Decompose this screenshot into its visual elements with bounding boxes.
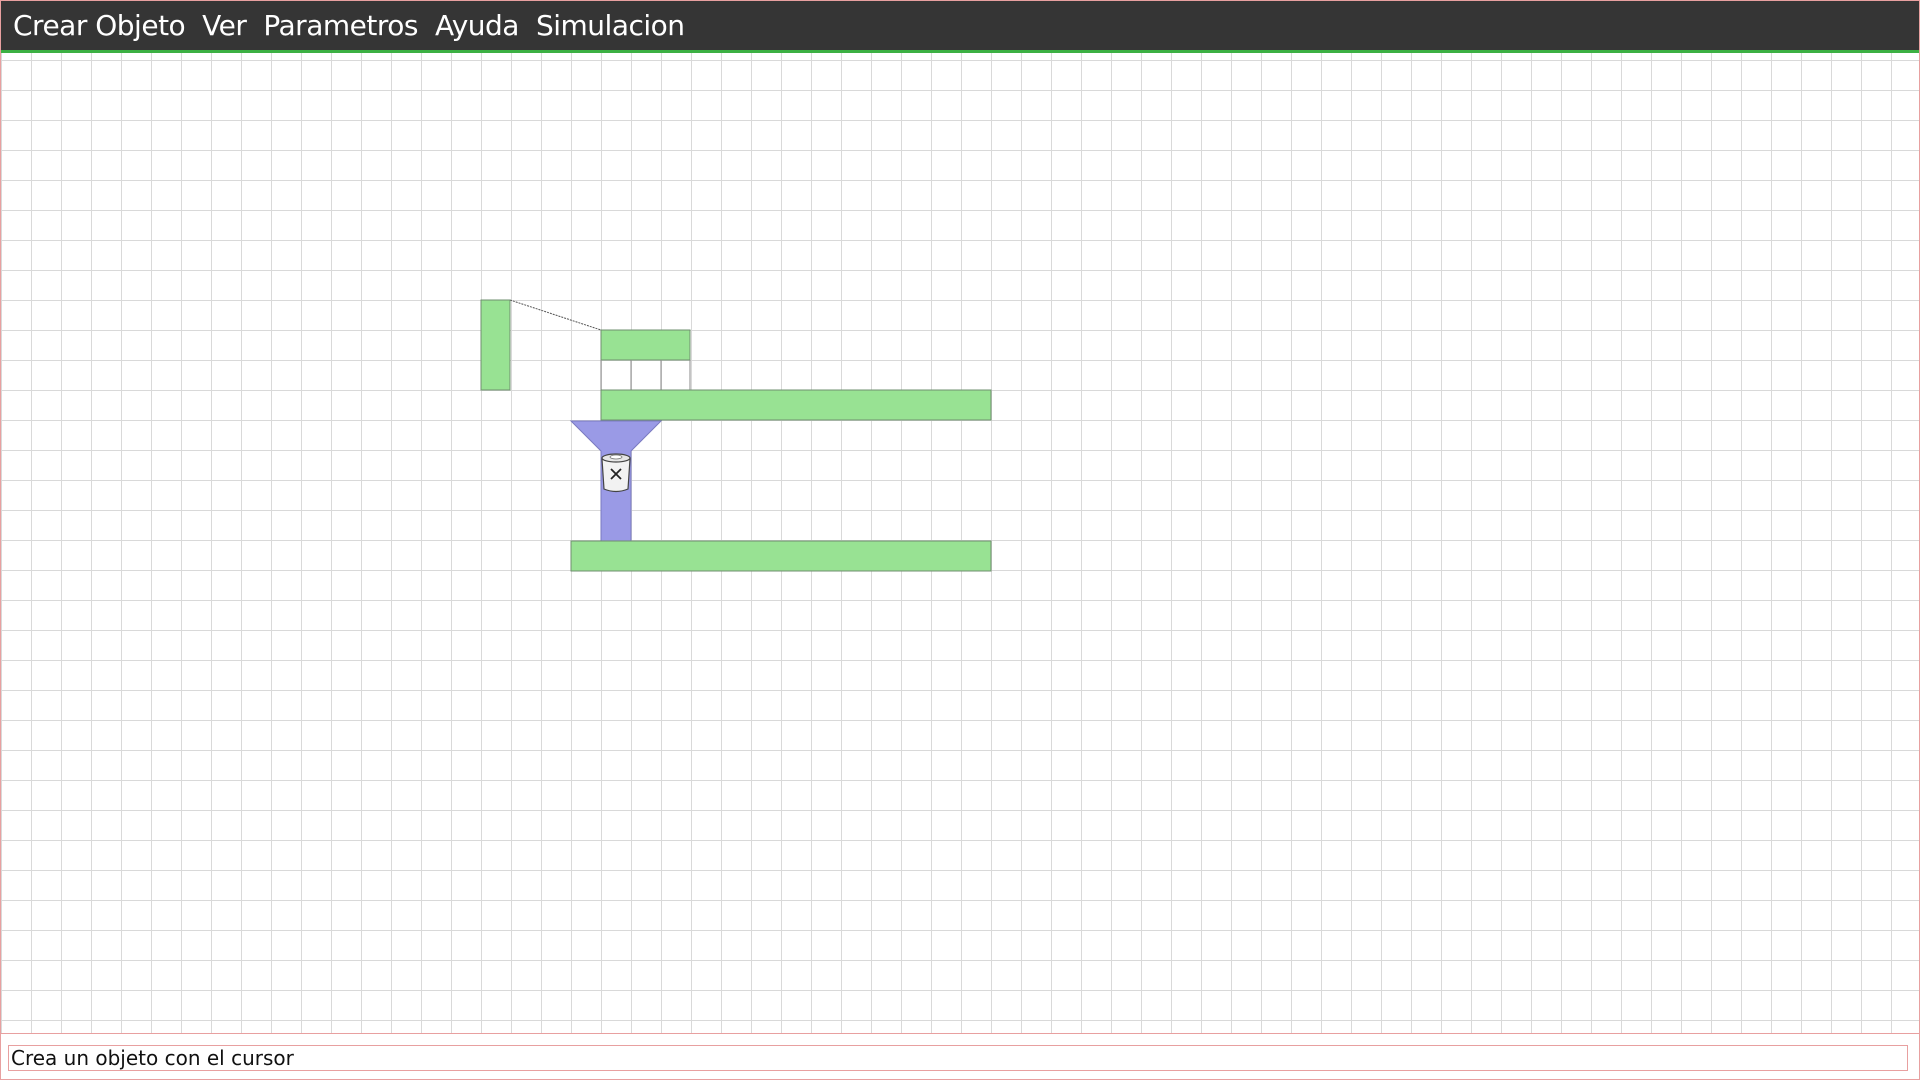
rope-joint[interactable] — [509, 299, 602, 331]
static-block-shelf-lower[interactable] — [570, 540, 992, 572]
scene-layer — [480, 299, 992, 572]
menu-crear-objeto[interactable]: Crear Objeto — [13, 9, 186, 42]
menu-ver[interactable]: Ver — [202, 9, 247, 42]
connector-lines — [600, 360, 691, 390]
menu-simulacion[interactable]: Simulacion — [536, 9, 685, 42]
menu-bar: Crear Objeto Ver Parametros Ayuda Simula… — [1, 1, 1919, 53]
trash-delete-icon — [601, 453, 631, 493]
app-window: Crear Objeto Ver Parametros Ayuda Simula… — [0, 0, 1920, 1080]
static-block-vertical[interactable] — [480, 299, 511, 391]
status-bar: Crea un objeto con el cursor — [1, 1033, 1919, 1079]
static-block-shelf-upper[interactable] — [600, 389, 992, 421]
status-message: Crea un objeto con el cursor — [8, 1045, 1908, 1071]
simulation-canvas[interactable] — [1, 53, 1919, 1033]
menu-ayuda[interactable]: Ayuda — [435, 9, 520, 42]
menu-parametros[interactable]: Parametros — [263, 9, 418, 42]
static-block-top[interactable] — [600, 329, 691, 361]
